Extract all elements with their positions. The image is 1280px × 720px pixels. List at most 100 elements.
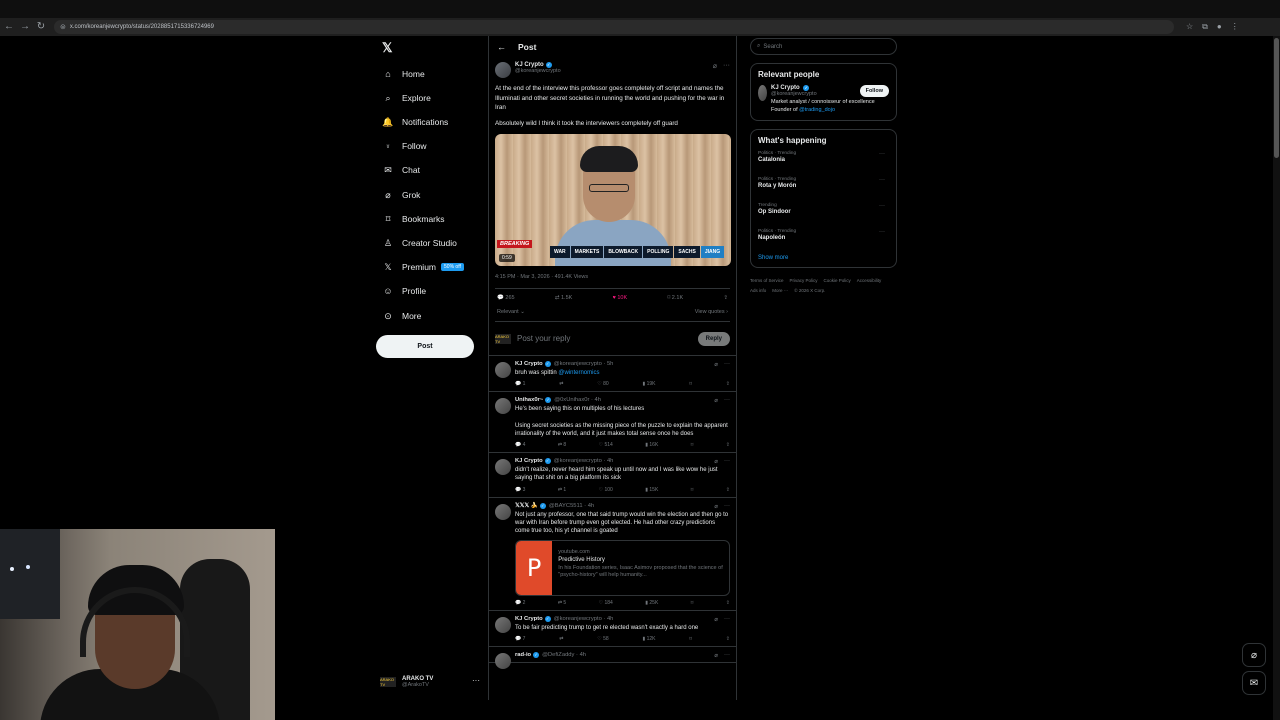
grok-icon[interactable]: ⌀ (714, 652, 718, 659)
scrollbar-thumb[interactable] (1274, 38, 1279, 158)
messages-fab-icon[interactable]: ✉ (1242, 671, 1266, 695)
nav-item-creator-studio[interactable]: ♙ Creator Studio (382, 235, 457, 251)
more-dots-icon[interactable]: ··· (879, 203, 885, 209)
views-action[interactable]: ▮ 16K (645, 442, 658, 448)
more-dots-icon[interactable]: ··· (723, 62, 730, 70)
more-dots-icon[interactable]: ··· (724, 361, 730, 368)
post-button[interactable]: Post (376, 335, 474, 358)
extensions-icon[interactable]: ⧉ (1202, 22, 1208, 32)
show-more-link[interactable]: Show more (758, 255, 889, 261)
share-icon[interactable]: ⇪ (726, 487, 730, 493)
avatar[interactable] (495, 503, 511, 520)
reply-handle[interactable]: @koreanjewcrypto · 4h (554, 616, 614, 622)
trend-item[interactable]: Politics · Trending Napoleón ··· (758, 229, 889, 255)
trend-item[interactable]: Politics · Trending Rota y Morón ··· (758, 177, 889, 203)
more-dots-icon[interactable]: ··· (472, 676, 480, 685)
reply-item[interactable]: KJ Crypto ✓ @koreanjewcrypto · 4h ⌀ ··· didn'… (489, 453, 736, 498)
reply-item[interactable]: rad-io ✓ @DefiZaddy · 4h ⌀ ··· (489, 647, 736, 669)
reply-action[interactable]: 💬 4 (515, 442, 525, 448)
share-icon[interactable]: ⇪ (726, 381, 730, 387)
reply-author[interactable]: KJ Crypto (515, 616, 543, 622)
site-info-icon[interactable]: ⊜ (60, 23, 66, 31)
reply-action[interactable]: 💬 2 (515, 600, 525, 606)
reply-author[interactable]: Unihax0r~ (515, 397, 543, 403)
reply-button[interactable]: Reply (697, 331, 730, 346)
profile-icon[interactable]: ● (1217, 22, 1222, 32)
like-action[interactable]: ♡ 58 (597, 636, 608, 642)
nav-item-chat[interactable]: ✉ Chat (382, 162, 420, 178)
nav-item-premium[interactable]: 𝕏 Premium 50% off (382, 259, 464, 275)
grok-icon[interactable]: ⌀ (714, 503, 718, 510)
more-dots-icon[interactable]: ··· (879, 151, 885, 157)
views-action[interactable]: ▮ 25K (645, 600, 658, 606)
footer-link[interactable]: Ads info (750, 286, 766, 296)
bookmark-stat[interactable]: ⌑ 2.1K (667, 295, 683, 301)
like-stat[interactable]: ♥ 10K (613, 295, 628, 301)
reply-action[interactable]: 💬 3 (515, 487, 525, 493)
views-action[interactable]: ▮ 19K (642, 381, 655, 387)
reply-item[interactable]: 𝕏𝕏𝕏 🍌 ✓ @BAYC5511 · 4h ⌀ ··· Not just any pro… (489, 498, 736, 611)
repost-action[interactable]: ⇄ 5 (558, 600, 566, 606)
bookmark-icon[interactable]: ⌑ (689, 636, 692, 642)
share-icon[interactable]: ⇪ (723, 295, 728, 301)
avatar[interactable] (495, 362, 511, 378)
repost-action[interactable]: ⇄ (559, 381, 563, 387)
reply-action[interactable]: 💬 7 (515, 636, 525, 642)
footer-link[interactable]: Accessibility (857, 276, 882, 286)
more-dots-icon[interactable]: ··· (724, 616, 730, 623)
like-action[interactable]: ♡ 80 (597, 381, 608, 387)
reply-item[interactable]: KJ Crypto ✓ @koreanjewcrypto · 5h ⌀ ··· bruh … (489, 356, 736, 393)
repost-action[interactable]: ⇄ 8 (558, 442, 566, 448)
reply-handle[interactable]: @DefiZaddy · 4h (542, 652, 586, 658)
reply-action[interactable]: 💬 1 (515, 381, 525, 387)
footer-link[interactable]: Cookie Policy (824, 276, 851, 286)
back-icon[interactable]: ← (2, 20, 16, 34)
link-card[interactable]: Pyoutube.com Predictive History In his Fou… (515, 539, 730, 596)
avatar[interactable] (758, 85, 767, 101)
bookmark-icon[interactable]: ⌑ (691, 600, 694, 606)
nav-item-home[interactable]: ⌂ Home (382, 66, 424, 82)
menu-icon[interactable]: ⋮ (1231, 22, 1239, 32)
reply-handle[interactable]: @0xUnihax0r · 4h (554, 397, 601, 403)
nav-item-explore[interactable]: ⌕ Explore (382, 90, 430, 106)
grok-icon[interactable]: ⌀ (713, 62, 717, 70)
share-icon[interactable]: ⇪ (726, 442, 730, 448)
avatar[interactable] (495, 459, 511, 476)
nav-item-grok[interactable]: ⌀ Grok (382, 187, 420, 203)
avatar[interactable] (495, 62, 511, 78)
more-dots-icon[interactable]: ··· (879, 177, 885, 183)
reload-icon[interactable]: ↻ (34, 20, 48, 34)
nav-item-profile[interactable]: ☺ Profile (382, 283, 426, 299)
bookmark-icon[interactable]: ⌑ (691, 487, 694, 493)
avatar[interactable] (495, 398, 511, 415)
trend-item[interactable]: Politics · Trending Catalonia ··· (758, 151, 889, 177)
like-action[interactable]: ♡ 514 (599, 442, 613, 448)
grok-fab-icon[interactable]: ⌀ (1242, 643, 1266, 667)
like-action[interactable]: ♡ 100 (599, 487, 613, 493)
bookmark-icon[interactable]: ⌑ (689, 381, 692, 387)
repost-action[interactable]: ⇄ (559, 636, 563, 642)
back-arrow-icon[interactable]: ← (497, 42, 506, 52)
reply-stat[interactable]: 💬 265 (497, 295, 515, 301)
grok-icon[interactable]: ⌀ (714, 616, 718, 623)
more-dots-icon[interactable]: ··· (724, 397, 730, 404)
account-switcher[interactable]: ARAKO TV ARAKO TV @ArakoTV ··· (380, 672, 484, 692)
repost-stat[interactable]: ⇄ 1.5K (555, 295, 572, 301)
mention-link[interactable]: @winternomics (558, 370, 599, 376)
footer-link[interactable]: © 2026 X Corp. (794, 286, 825, 296)
address-bar[interactable]: ⊜ x.com/koreanjewcrypto/status/202885171… (54, 20, 1174, 34)
views-action[interactable]: ▮ 12K (642, 636, 655, 642)
more-dots-icon[interactable]: ··· (724, 503, 730, 510)
view-quotes-link[interactable]: View quotes › (695, 309, 728, 315)
forward-icon[interactable]: → (18, 20, 32, 34)
views-action[interactable]: ▮ 15K (645, 487, 658, 493)
reply-handle[interactable]: @koreanjewcrypto · 4h (554, 458, 614, 464)
more-dots-icon[interactable]: ··· (724, 458, 730, 465)
nav-item-more[interactable]: ⊙ More (382, 308, 421, 324)
reply-author[interactable]: rad-io (515, 652, 531, 658)
grok-icon[interactable]: ⌀ (714, 361, 718, 368)
bookmark-star-icon[interactable]: ☆ (1186, 22, 1193, 32)
avatar[interactable] (495, 652, 511, 669)
repost-action[interactable]: ⇄ 1 (558, 487, 566, 493)
nav-item-bookmarks[interactable]: ⌑ Bookmarks (382, 211, 445, 227)
